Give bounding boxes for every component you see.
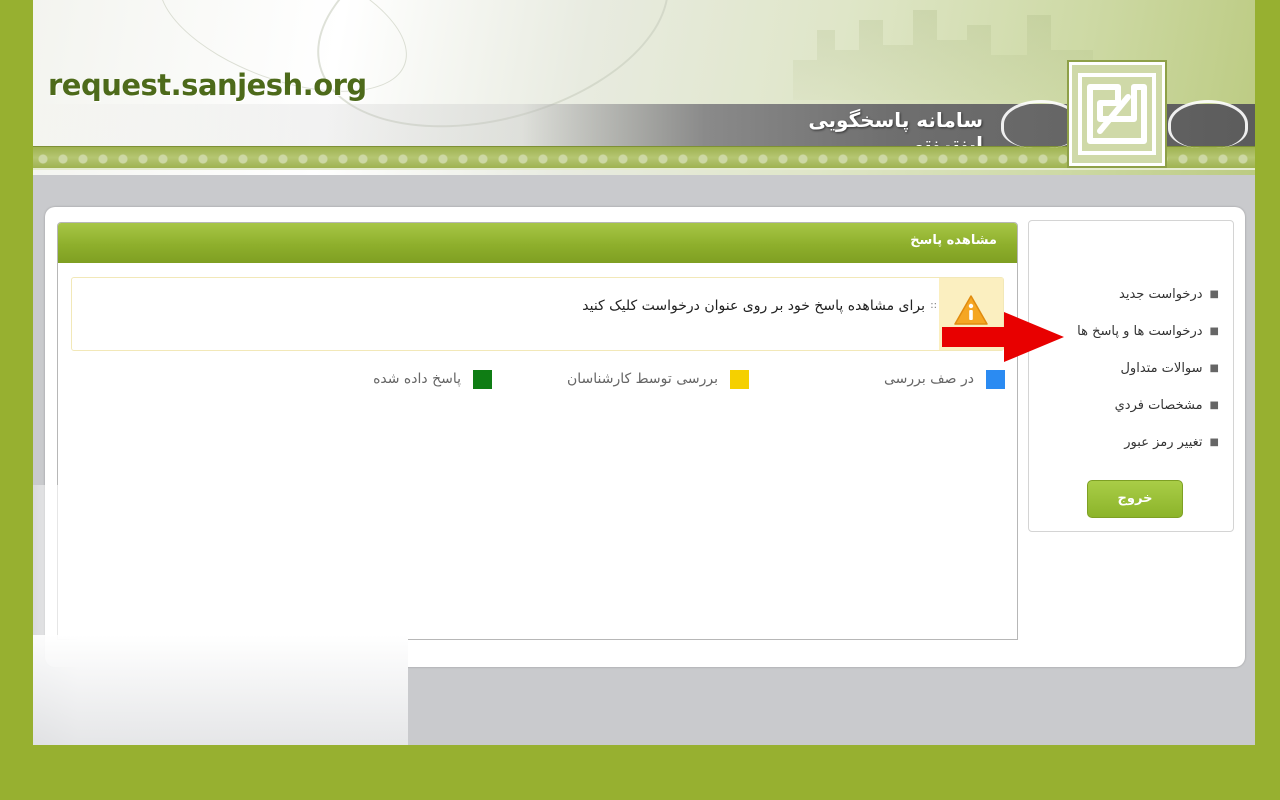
sidebar-item-label[interactable]: سوالات متداول — [1120, 361, 1202, 376]
sidebar-item-change-password[interactable]: ■ تغيير رمز عبور — [1077, 435, 1219, 472]
sidebar-nav-list: ■ درخواست جدید ■ درخواست ها و پاسخ ها ■ … — [1077, 287, 1219, 472]
legend-item-answered: پاسخ داده شده — [373, 369, 492, 389]
legend-swatch-green — [473, 369, 492, 389]
red-arrow-icon — [942, 312, 1064, 362]
legend-item-under-review: بررسی توسط کارشناسان — [567, 369, 749, 389]
bullet-icon: ■ — [1209, 437, 1219, 448]
notice-bullet: :: — [930, 300, 937, 311]
sidebar-item-faq[interactable]: ■ سوالات متداول — [1077, 361, 1219, 398]
overlay-fade — [33, 635, 408, 745]
sidebar-item-requests-and-responses[interactable]: ■ درخواست ها و پاسخ ها — [1077, 324, 1219, 361]
bullet-icon: ■ — [1209, 363, 1219, 374]
info-notice: :: برای مشاهده پاسخ خود بر روی عنوان درخ… — [71, 277, 1004, 351]
bullet-icon: ■ — [1209, 326, 1219, 337]
logout-button[interactable]: خروج — [1087, 480, 1183, 518]
sanjesh-logo-icon — [1067, 60, 1167, 168]
ornament-flourish-icon — [1168, 100, 1248, 148]
bullet-icon: ■ — [1209, 400, 1219, 411]
site-header: request.sanjesh.org سامانه پاسخگویی اینت… — [33, 0, 1255, 175]
view-response-header: مشاهده پاسخ — [58, 223, 1017, 263]
sidebar-item-label[interactable]: مشخصات فردي — [1115, 398, 1203, 413]
sidebar-menu: ■ درخواست جدید ■ درخواست ها و پاسخ ها ■ … — [1028, 220, 1234, 532]
legend-label: در صف بررسی — [883, 371, 974, 387]
legend-item-in-queue: در صف بررسی — [884, 369, 1005, 389]
page-frame: request.sanjesh.org سامانه پاسخگویی اینت… — [33, 0, 1255, 745]
site-url-logo[interactable]: request.sanjesh.org — [48, 68, 367, 102]
legend-swatch-blue — [986, 369, 1005, 389]
legend-swatch-yellow — [730, 369, 749, 389]
sidebar-item-label[interactable]: درخواست جدید — [1119, 287, 1203, 302]
view-response-title: مشاهده پاسخ — [910, 233, 997, 248]
sidebar-item-label[interactable]: درخواست ها و پاسخ ها — [1077, 324, 1202, 339]
legend-label: بررسی توسط کارشناسان — [566, 371, 718, 387]
sidebar-item-label[interactable]: تغيير رمز عبور — [1124, 435, 1202, 450]
bullet-icon: ■ — [1209, 289, 1219, 300]
white-overlay-decoration — [33, 485, 408, 745]
sidebar-item-personal-info[interactable]: ■ مشخصات فردي — [1077, 398, 1219, 435]
header-skyline-decoration — [793, 10, 1093, 100]
notice-text: برای مشاهده پاسخ خود بر روی عنوان درخواس… — [582, 298, 925, 314]
sidebar-item-new-request[interactable]: ■ درخواست جدید — [1077, 287, 1219, 324]
legend-label: پاسخ داده شده — [373, 371, 461, 387]
